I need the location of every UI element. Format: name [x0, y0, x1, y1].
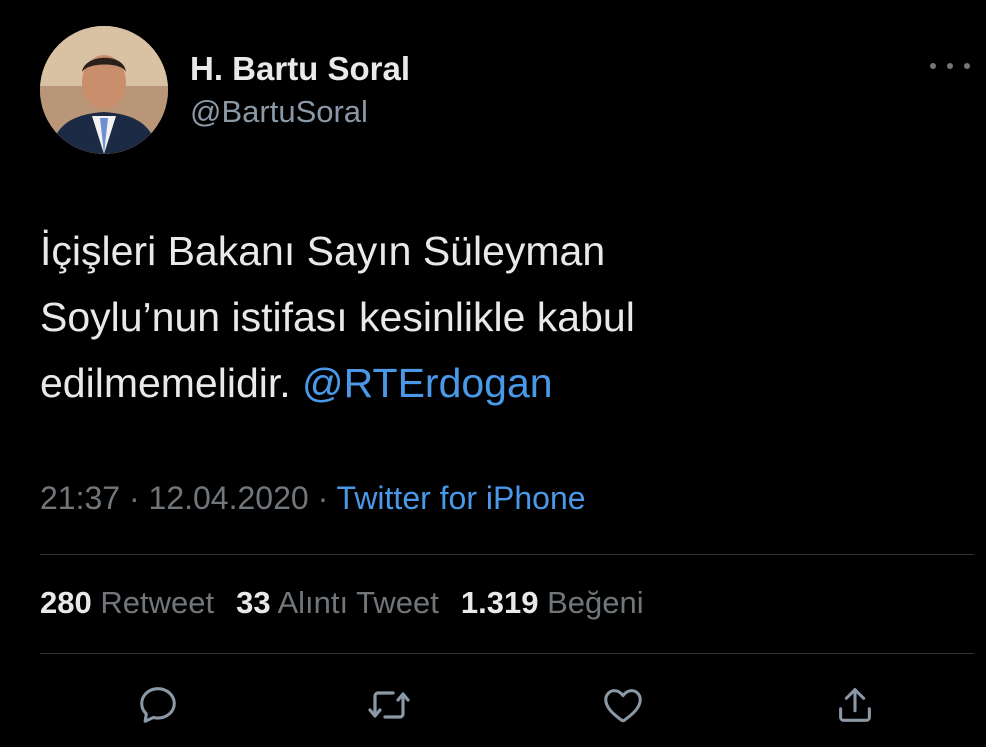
retweet-button[interactable] [364, 680, 414, 730]
retweets-count: 280 [40, 585, 92, 620]
likes-stat[interactable]: 1.319 Beğeni [461, 585, 644, 620]
tweet-text-segment: edilmemelidir. [40, 360, 303, 406]
share-button[interactable] [830, 680, 880, 730]
quotes-label: Alıntı Tweet [277, 585, 439, 620]
quotes-stat[interactable]: 33 Alıntı Tweet [236, 585, 439, 620]
tweet-text: İçişleri Bakanı Sayın Süleyman Soylu’nun… [40, 218, 940, 416]
like-button[interactable] [598, 680, 648, 730]
action-bar [0, 680, 986, 730]
likes-count: 1.319 [460, 585, 539, 620]
share-icon [839, 688, 871, 722]
more-dot [947, 63, 953, 69]
mention-link[interactable]: @RTErdogan [302, 360, 553, 406]
retweets-label: Retweet [100, 585, 215, 620]
tweet-source-link[interactable]: Twitter for iPhone [337, 480, 586, 516]
tweet-card: H. Bartu Soral @BartuSoral İçişleri Baka… [0, 0, 986, 747]
author-handle[interactable]: @BartuSoral [190, 94, 368, 130]
more-dot [964, 63, 970, 69]
heart-icon [604, 689, 642, 723]
likes-label: Beğeni [547, 585, 644, 620]
more-dot [930, 63, 936, 69]
divider [40, 653, 974, 654]
avatar[interactable] [40, 26, 168, 154]
meta-separator: · [120, 480, 149, 516]
avatar-image [40, 26, 168, 154]
meta-separator: · [308, 480, 337, 516]
tweet-text-line: Soylu’nun istifası kesinlikle kabul [40, 294, 635, 340]
more-options-icon[interactable] [930, 54, 970, 78]
reply-icon [140, 687, 176, 723]
reply-button[interactable] [133, 680, 183, 730]
quotes-count: 33 [236, 585, 271, 620]
retweet-icon [368, 691, 410, 719]
tweet-text-line: edilmemelidir. @RTErdogan [40, 350, 940, 416]
retweets-stat[interactable]: 280 Retweet [40, 585, 214, 620]
author-display-name[interactable]: H. Bartu Soral [190, 50, 410, 88]
tweet-date[interactable]: 12.04.2020 [149, 480, 309, 516]
tweet-text-line: İçişleri Bakanı Sayın Süleyman [40, 228, 606, 274]
tweet-stats: 280 Retweet 33 Alıntı Tweet 1.319 Beğeni [40, 585, 666, 621]
tweet-meta: 21:37 · 12.04.2020 · Twitter for iPhone [40, 480, 586, 517]
tweet-time[interactable]: 21:37 [40, 480, 120, 516]
divider [40, 554, 974, 555]
